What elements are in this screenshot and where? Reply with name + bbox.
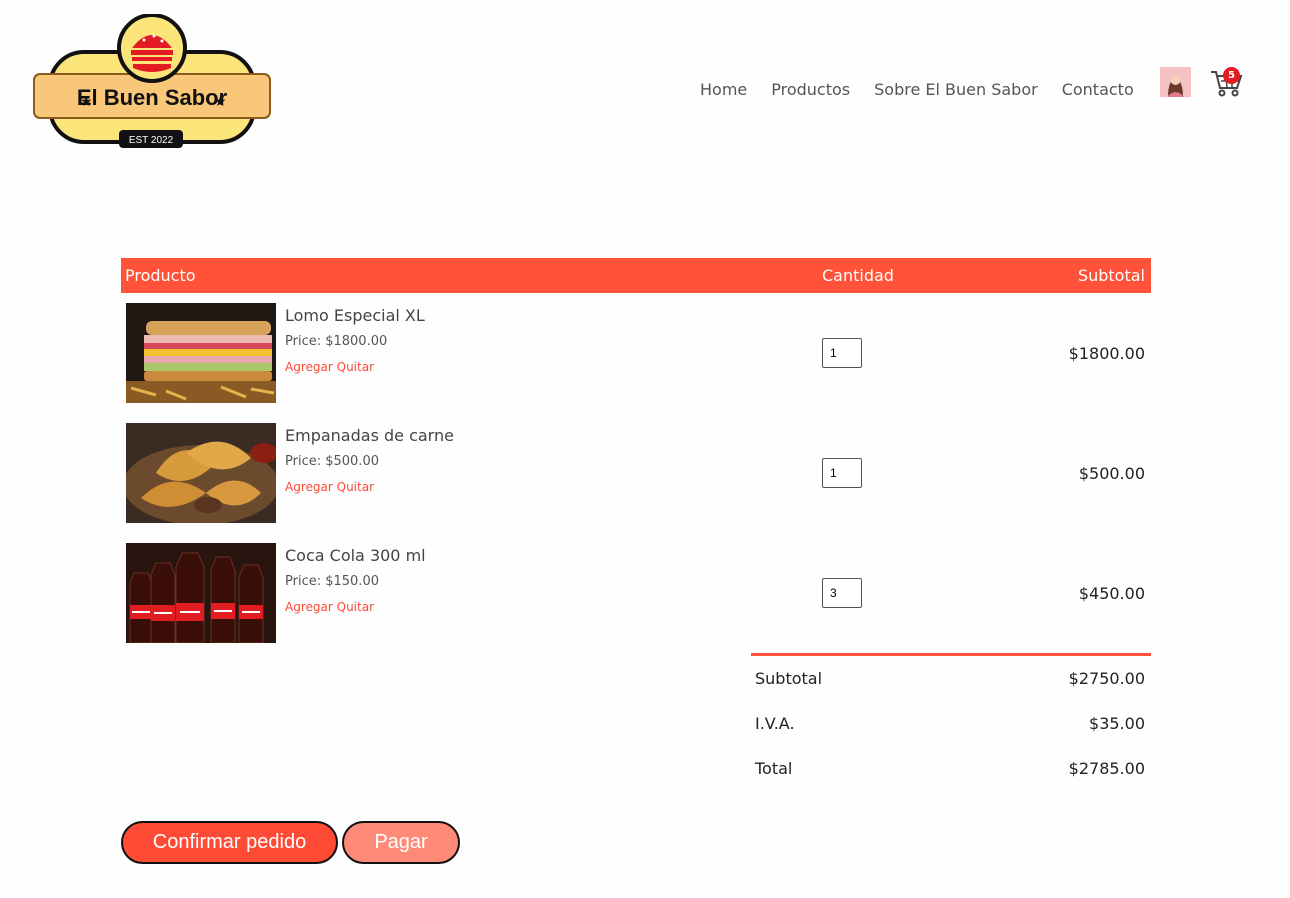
product-name: Empanadas de carne [285,426,454,445]
product-actions: Agregar Quitar [285,600,374,614]
total-value: $2785.00 [1068,759,1145,778]
header-subtotal: Subtotal [1077,266,1145,285]
table-row: Coca Cola 300 ml Price: $150.00 Agregar … [121,533,1151,653]
totals-row-subtotal: Subtotal $2750.00 [751,656,1151,701]
add-link[interactable]: Agregar [285,480,333,494]
quantity-input[interactable] [822,578,862,608]
header: ★ ★ El Buen Sabor EST 2022 Home Producto… [0,0,1290,160]
quantity-input[interactable] [822,338,862,368]
subtotal-label: Subtotal [755,669,823,688]
table-row: Empanadas de carne Price: $500.00 Agrega… [121,413,1151,533]
product-price: Price: $150.00 [285,574,379,589]
nav-products[interactable]: Productos [771,80,850,99]
add-link[interactable]: Agregar [285,600,333,614]
cart-count-badge: 5 [1223,67,1240,84]
table-row: Lomo Especial XL Price: $1800.00 Agregar… [121,293,1151,413]
order-totals: Subtotal $2750.00 I.V.A. $35.00 Total $2… [751,653,1151,791]
nav-contact[interactable]: Contacto [1062,80,1134,99]
product-name: Coca Cola 300 ml [285,546,426,565]
nav-home[interactable]: Home [700,80,747,99]
total-label: Total [755,759,793,778]
row-subtotal: $1800.00 [1068,344,1145,363]
product-name: Lomo Especial XL [285,306,425,325]
logo-est-text: EST 2022 [129,135,174,146]
add-link[interactable]: Agregar [285,360,333,374]
totals-row-iva: I.V.A. $35.00 [751,701,1151,746]
product-actions: Agregar Quitar [285,480,374,494]
product-price: Price: $500.00 [285,454,379,469]
remove-link[interactable]: Quitar [337,480,374,494]
cart-table: Producto Cantidad Subtotal Lomo Especial… [121,258,1151,653]
subtotal-value: $2750.00 [1068,669,1145,688]
product-price: Price: $1800.00 [285,334,388,349]
remove-link[interactable]: Quitar [337,600,374,614]
totals-row-total: Total $2785.00 [751,746,1151,791]
main-nav: Home Productos Sobre El Buen Sabor Conta… [700,80,1158,99]
pay-button[interactable]: Pagar [342,821,460,864]
user-avatar[interactable] [1160,67,1191,97]
table-header: Producto Cantidad Subtotal [121,258,1151,293]
iva-label: I.V.A. [755,714,795,733]
row-subtotal: $450.00 [1078,584,1145,603]
header-product: Producto [125,266,196,285]
row-subtotal: $500.00 [1078,464,1145,483]
logo-brand-text: El Buen Sabor [77,85,228,110]
remove-link[interactable]: Quitar [337,360,374,374]
product-image-coca-cola [126,543,276,643]
confirm-order-button[interactable]: Confirmar pedido [121,821,338,864]
nav-about[interactable]: Sobre El Buen Sabor [874,80,1038,99]
iva-value: $35.00 [1089,714,1145,733]
product-image-sandwich [126,303,276,403]
quantity-input[interactable] [822,458,862,488]
product-image-empanadas [126,423,276,523]
header-quantity: Cantidad [822,266,894,285]
el-buen-sabor-logo[interactable]: ★ ★ El Buen Sabor EST 2022 [32,14,272,150]
product-actions: Agregar Quitar [285,360,374,374]
